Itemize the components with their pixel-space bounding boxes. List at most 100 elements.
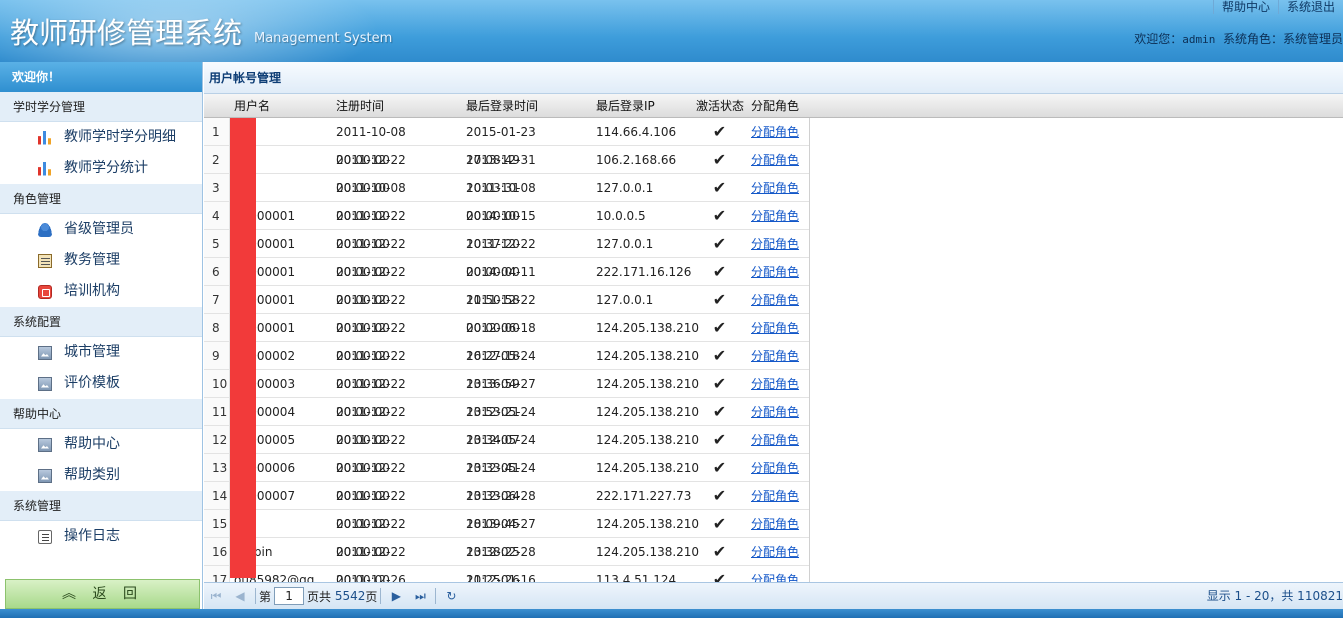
assign-role-link[interactable]: 分配角色 (751, 433, 799, 447)
table-row[interactable]: 6 01000001 2011-12-22 00:00:00 2014-04-11 1… (204, 258, 809, 307)
assign-role-link: 分配角色 (747, 146, 809, 173)
table-row[interactable]: 1min2011-10-08 00:00:002015-01-23 17:08:… (204, 118, 809, 167)
col-header-username[interactable]: 用户名 (230, 94, 332, 117)
assign-role-link[interactable]: 分配角色 (751, 265, 799, 279)
refresh-icon[interactable]: ↻ (443, 588, 459, 604)
assign-role-link[interactable]: 分配角色 (751, 349, 799, 363)
assign-role-link[interactable]: 分配角色 (751, 321, 799, 335)
col-header-assign-role[interactable]: 分配角色 (747, 94, 809, 117)
assign-role-link: 分配角色 (747, 566, 809, 582)
assign-role-link[interactable]: 分配角色 (751, 237, 799, 251)
sidebar-item-academic-admin[interactable]: 教务管理 (0, 245, 202, 276)
next-page-icon[interactable]: ▶ (388, 588, 404, 604)
sidebar-item-eval-template[interactable]: 评价模板 (0, 368, 202, 399)
bar-chart-icon (38, 161, 51, 176)
assign-role-link[interactable]: 分配角色 (751, 489, 799, 503)
sidebar-item-label: 操作日志 (64, 528, 120, 544)
table-row[interactable]: 2ter2011-12-22 00:00:002013-12-31 10:03:… (204, 146, 809, 195)
sidebar-item-help-center[interactable]: 帮助中心 (0, 429, 202, 460)
last-login-cell: 2012-05-24 13:33:24 (466, 461, 536, 503)
sidebar-item-help-category[interactable]: 帮助类别 (0, 460, 202, 491)
current-role: 系统角色：系统管理员 (1222, 32, 1343, 46)
table-row[interactable]: 17ou85982@qq2011-12-26 10:04:012012-01-1… (204, 566, 809, 582)
sidebar-item-label: 教师学分统计 (64, 160, 148, 176)
col-header-register-time[interactable]: 注册时间 (332, 94, 462, 117)
table-row[interactable]: 13 01000006 2011-12-22 00:00:00 2012-05-24 … (204, 454, 809, 503)
sidebar-item-province-admin[interactable]: 省级管理员 (0, 214, 202, 245)
table-row[interactable]: 11 01000004 2011-12-22 00:00:00 2012-05-24 … (204, 398, 809, 447)
double-chevron-up-icon: ︽ (62, 586, 83, 602)
table-row[interactable]: 14 01000007 2011-12-22 00:00:00 2012-06-28 … (204, 482, 809, 531)
assign-role-link[interactable]: 分配角色 (751, 377, 799, 391)
help-center-link[interactable]: 帮助中心 (1212, 0, 1278, 14)
register-time-cell: 2011-12-22 00:00:00 (336, 153, 406, 195)
last-ip-cell: 222.171.227.73 (596, 489, 692, 503)
assign-role-link[interactable]: 分配角色 (751, 405, 799, 419)
back-label: 返 回 (92, 586, 143, 602)
table-row[interactable]: 15 2011-12-22 00:00:00 2013-04-27 13:38:25… (204, 510, 809, 559)
table-row[interactable]: 5 00000001 2011-12-22 00:00:00 2011-12-22 0… (204, 230, 809, 279)
active-check-icon: ✔ (712, 542, 727, 561)
register-time-cell: 2011-12-22 00:00:00 (336, 489, 406, 531)
row-number: 8 (204, 314, 230, 341)
back-button[interactable]: ︽ 返 回 (5, 579, 200, 609)
assign-role-link[interactable]: 分配角色 (751, 461, 799, 475)
assign-role-link: 分配角色 (747, 118, 809, 145)
table-row[interactable]: 10 01000003 2011-12-22 00:00:00 2013-04-27 … (204, 370, 809, 419)
assign-role-link: 分配角色 (747, 258, 809, 285)
last-ip-cell: 127.0.0.1 (596, 181, 654, 195)
total-pages: 5542 (334, 589, 366, 603)
register-time-cell: 2011-12-22 00:00:00 (336, 209, 406, 251)
sidebar-group-config[interactable]: 系统配置 (0, 307, 202, 337)
table-row[interactable]: 8 01000001 2011-12-22 00:00:00 2012-06-18 1… (204, 314, 809, 363)
assign-role-link[interactable]: 分配角色 (751, 209, 799, 223)
bottom-strip (0, 609, 1343, 618)
last-ip-cell: 127.0.0.1 (596, 293, 654, 307)
welcome-label: 欢迎您： (1134, 32, 1183, 46)
last-login-cell: 2013-12-31 10:03:31 (466, 153, 536, 195)
last-page-icon[interactable]: ⏭ (412, 588, 428, 604)
sidebar-item-credit-stats[interactable]: 教师学分统计 (0, 153, 202, 184)
table-row[interactable]: 4 00000001 2011-12-22 00:00:00 2014-10-15 1… (204, 202, 809, 251)
pager-info: 显示 1 - 20，共 110821 (1206, 589, 1343, 603)
last-ip-cell: 124.205.138.210 (596, 433, 700, 447)
register-time-cell: 2011-12-26 10:04:01 (336, 573, 406, 582)
assign-role-link[interactable]: 分配角色 (751, 293, 799, 307)
row-number: 3 (204, 174, 230, 201)
assign-role-link[interactable]: 分配角色 (751, 153, 799, 167)
table-row[interactable]: 9 01000002 2011-12-22 00:00:00 2012-05-24 1… (204, 342, 809, 391)
last-login-cell: 2012-06-18 16:27:18 (466, 321, 536, 363)
sidebar-item-city[interactable]: 城市管理 (0, 337, 202, 368)
sidebar-item-credit-detail[interactable]: 教师学时学分明细 (0, 122, 202, 153)
page-suffix: 页共 (307, 589, 332, 604)
last-ip-cell: 106.2.168.66 (596, 153, 677, 167)
assign-role-link[interactable]: 分配角色 (751, 573, 799, 582)
assign-role-link[interactable]: 分配角色 (751, 545, 799, 559)
assign-role-link[interactable]: 分配角色 (751, 125, 799, 139)
page-number-input[interactable]: 1 (274, 587, 305, 605)
table-row[interactable]: 12 01000005 2011-12-22 00:00:00 2012-05-24 … (204, 426, 809, 475)
sidebar-group-help[interactable]: 帮助中心 (0, 399, 202, 429)
row-number: 2 (204, 146, 230, 173)
sidebar-item-training-org[interactable]: 培训机构 (0, 276, 202, 307)
assign-role-link[interactable]: 分配角色 (751, 517, 799, 531)
col-header-active[interactable]: 激活状态 (692, 94, 747, 117)
first-page-icon[interactable]: ⏮ (208, 588, 224, 604)
table-row[interactable]: 3ice2011-10-08 00:00:002011-10-08 00:00:… (204, 174, 809, 223)
table-row[interactable]: 7 01000001 2011-12-22 00:00:00 2011-12-22 0… (204, 286, 809, 335)
col-header-last-login[interactable]: 最后登录时间 (462, 94, 592, 117)
col-header-last-ip[interactable]: 最后登录IP (592, 94, 692, 117)
assign-role-link[interactable]: 分配角色 (751, 181, 799, 195)
image-icon (38, 345, 52, 360)
sidebar-group-credits[interactable]: 学时学分管理 (0, 92, 202, 122)
row-number: 15 (204, 510, 230, 537)
sidebar-group-system[interactable]: 系统管理 (0, 491, 202, 521)
prev-page-icon[interactable]: ◀ (232, 588, 248, 604)
pagination-bar: ⏮ ◀ 第 1 页共 5542 页 ▶ ⏭ ↻ 显示 1 - 20，共 1108… (204, 582, 1343, 609)
sidebar-item-operation-log[interactable]: 操作日志 (0, 521, 202, 552)
sidebar-group-roles[interactable]: 角色管理 (0, 184, 202, 214)
active-check-icon: ✔ (712, 514, 727, 533)
table-row[interactable]: 16harbin2011-12-22 00:00:002012-02-28 11… (204, 538, 809, 582)
active-check-icon: ✔ (712, 458, 727, 477)
logout-link[interactable]: 系统退出 (1277, 0, 1343, 14)
